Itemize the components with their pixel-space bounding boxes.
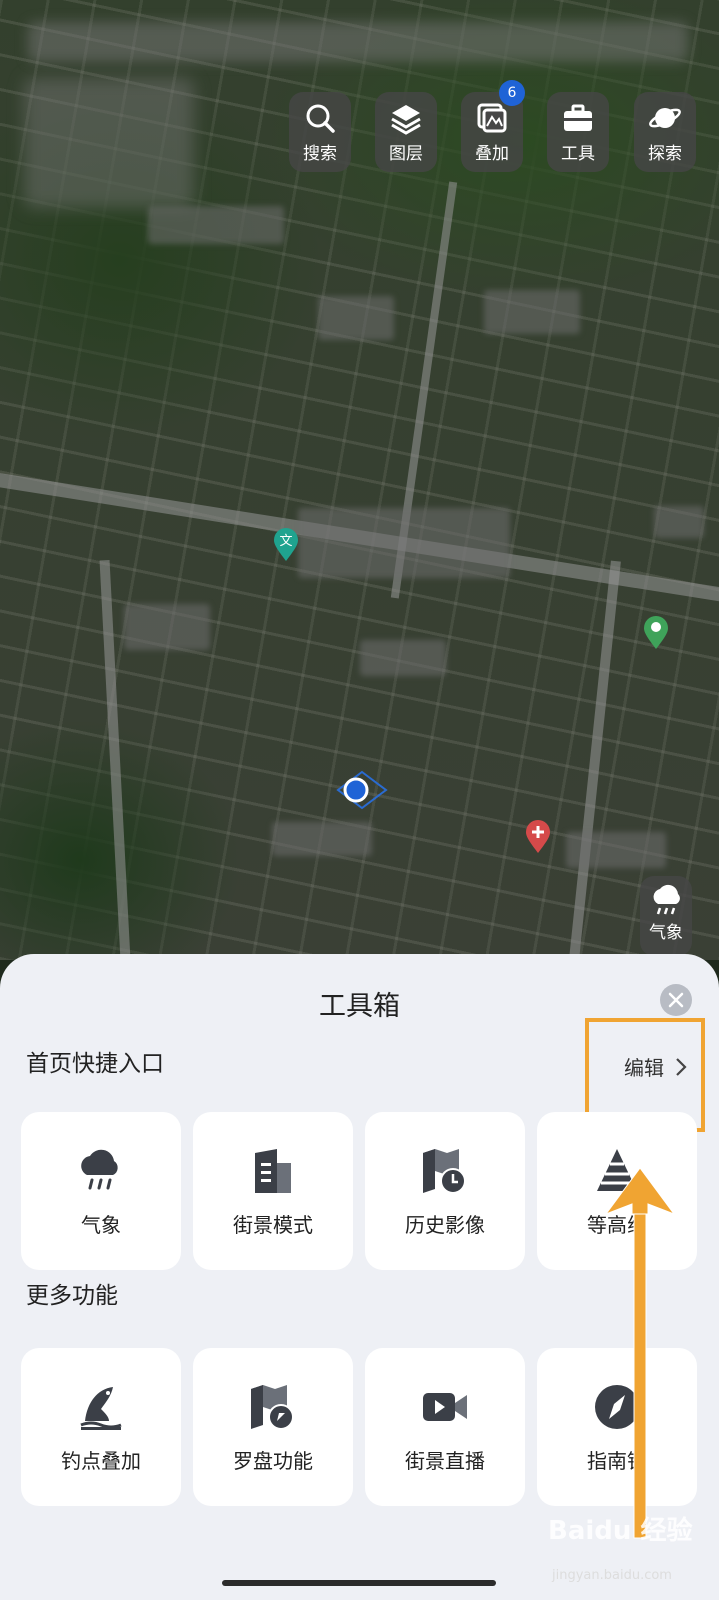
compass-map-icon: [251, 1384, 294, 1430]
search-button[interactable]: 搜索: [289, 92, 351, 172]
close-icon: [668, 992, 684, 1008]
building-icon: [255, 1148, 291, 1193]
info-panel-blurred: [24, 78, 194, 208]
toolbox-icon: [564, 104, 592, 131]
weather-map-button-label: 气象: [649, 923, 683, 943]
poi-culture-marker[interactable]: 文: [272, 528, 300, 566]
tools-button-label: 工具: [561, 143, 595, 164]
overlay-icon: [477, 103, 507, 132]
weather-map-button[interactable]: 气象: [640, 876, 692, 956]
search-button-label: 搜索: [303, 143, 337, 164]
current-location-icon: [336, 770, 388, 814]
svg-text:文: 文: [279, 534, 292, 549]
street-live[interactable]: 街景直播: [365, 1348, 525, 1506]
compass-feature[interactable]: 罗盘功能: [193, 1348, 353, 1506]
video-camera-icon: [423, 1392, 467, 1421]
history-map-icon: [423, 1148, 466, 1194]
close-button[interactable]: [660, 984, 692, 1016]
fishing-overlay[interactable]: 钓点叠加: [21, 1348, 181, 1506]
overlay-button-label: 叠加: [475, 143, 509, 164]
shortcut-history-imagery[interactable]: 历史影像: [365, 1112, 525, 1270]
planet-icon: [649, 107, 681, 128]
weather-icon: [81, 1149, 118, 1189]
layers-icon: [391, 104, 421, 135]
shortcut-history-imagery-label: 历史影像: [405, 1212, 485, 1237]
park-marker[interactable]: [642, 616, 670, 654]
fishing-overlay-label: 钓点叠加: [61, 1448, 141, 1473]
explore-button[interactable]: 探索: [634, 92, 696, 172]
shortcut-weather[interactable]: 气象: [21, 1112, 181, 1270]
explore-button-label: 探索: [648, 143, 682, 164]
street-live-label: 街景直播: [405, 1448, 485, 1473]
shortcut-street-view-label: 街景模式: [233, 1212, 313, 1237]
home-indicator[interactable]: [222, 1580, 496, 1586]
overlay-button[interactable]: 6 叠加: [461, 80, 525, 172]
fishing-icon: [80, 1386, 122, 1430]
tools-button[interactable]: 工具: [547, 92, 609, 172]
overlay-count-badge: 6: [499, 80, 525, 106]
shortcut-street-view[interactable]: 街景模式: [193, 1112, 353, 1270]
more-section-title: 更多功能: [26, 1283, 118, 1309]
annotation-arrow: [604, 1168, 676, 1539]
watermark-url: jingyan.baidu.com: [552, 1568, 672, 1583]
search-icon: [306, 104, 335, 133]
status-bar-blurred: [28, 22, 688, 62]
compass-feature-label: 罗盘功能: [233, 1448, 313, 1473]
shortcut-weather-label: 气象: [81, 1212, 121, 1237]
baidu-watermark: Baidu 经验: [548, 1516, 693, 1546]
weather-icon: [653, 884, 680, 915]
layers-button-label: 图层: [389, 143, 423, 164]
shortcut-section-title: 首页快捷入口: [26, 1051, 164, 1077]
hospital-marker[interactable]: [524, 820, 552, 858]
layers-button[interactable]: 图层: [375, 92, 437, 172]
satellite-map[interactable]: 搜索 图层 6 叠加 工具 探索 文 气象: [0, 0, 719, 960]
